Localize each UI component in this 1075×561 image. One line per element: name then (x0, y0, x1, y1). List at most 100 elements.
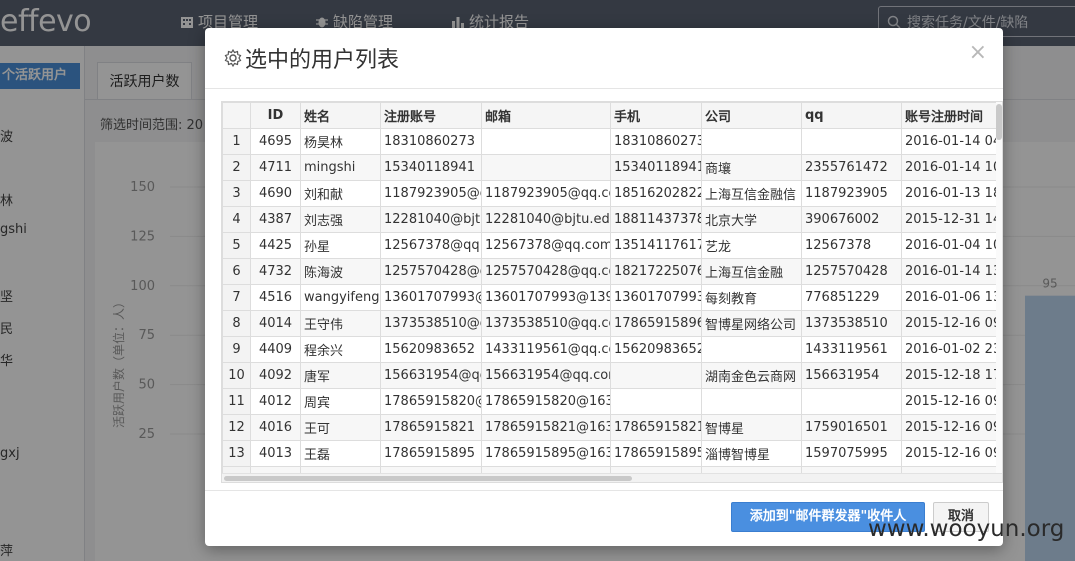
table-cell: 4409 (250, 336, 301, 363)
table-cell: 2016-01-02 23:3 (901, 336, 1002, 363)
row-index: 2 (222, 154, 251, 181)
table-cell: 北京大学 (701, 206, 802, 233)
table-row[interactable]: 134013王磊1786591589517865915895@163.co178… (222, 440, 1002, 467)
table-cell: 15620983652 (610, 336, 702, 363)
table-cell: 2016-01-14 13:1 (901, 258, 1002, 285)
table-cell: 12281040@bjtu.edu.c (481, 206, 611, 233)
table-cell: 1187923905@qq.com (481, 180, 611, 207)
horizontal-scroll-thumb[interactable] (224, 476, 632, 481)
table-cell: 15340118941 (610, 154, 702, 181)
table-cell: 2016-01-14 04:2 (901, 128, 1002, 155)
table-cell: 2015-12-16 09:5 (901, 310, 1002, 337)
table-cell: 13601707993@139.co (481, 284, 611, 311)
user-table-container[interactable]: ID 姓名 注册账号 邮箱 手机 公司 qq 账号注册时间 1 4695 杨昊林 183108602… (221, 101, 1003, 483)
table-cell: 1373538510@qq (380, 310, 482, 337)
table-row[interactable]: 44387刘志强12281040@bjtu.12281040@bjtu.edu.… (222, 206, 1002, 233)
column-header[interactable]: 注册账号 (380, 102, 482, 129)
table-cell: 孙星 (300, 232, 381, 259)
table-cell: 湖南金色云商网 (701, 362, 802, 389)
table-row[interactable]: 124016王可1786591582117865915821@163.co178… (222, 414, 1002, 441)
table-row[interactable]: 94409程余兴156209836521433119561@qq.com1562… (222, 336, 1002, 363)
vertical-scrollbar[interactable] (996, 102, 1002, 482)
close-icon[interactable]: × (969, 40, 987, 65)
table-cell: 17865915895 (380, 440, 482, 467)
table-cell: 4690 (250, 180, 301, 207)
column-header[interactable]: qq (801, 102, 902, 129)
table-cell: mingshi (300, 154, 381, 181)
row-index: 1 (222, 128, 251, 155)
table-cell: 13514117617 (610, 232, 702, 259)
table-cell: 淄博智博星 (701, 440, 802, 467)
column-header[interactable]: 手机 (610, 102, 702, 129)
table-cell: 唐军 (300, 362, 381, 389)
table-cell: 4516 (250, 284, 301, 311)
table-cell: 王磊 (300, 440, 381, 467)
watermark: www.wooyun.org (868, 516, 1065, 542)
table-cell: 2015-12-16 09:5 (901, 388, 1002, 415)
table-cell: 17865915895 (610, 440, 702, 467)
table-row[interactable]: 64732陈海波1257570428@qq1257570428@qq.com18… (222, 258, 1002, 285)
column-header[interactable]: ID (250, 102, 301, 129)
vertical-scroll-thumb[interactable] (996, 104, 1002, 140)
table-cell: 2015-12-31 14:5 (901, 206, 1002, 233)
table-cell: 18811437378 (610, 206, 702, 233)
table-cell: 陈海波 (300, 258, 381, 285)
table-cell: 杨昊林 (300, 128, 381, 155)
row-index: 13 (222, 440, 251, 467)
table-cell: 17865915821@163.co (481, 414, 611, 441)
table-cell (701, 128, 802, 155)
table-cell (801, 388, 902, 415)
table-row[interactable]: 2 4711 mingshi 15340118941 15340118941 商壤 2355… (222, 154, 1002, 181)
table-cell (701, 388, 802, 415)
table-row[interactable]: 84014王守伟1373538510@qq1373538510@qq.com17… (222, 310, 1002, 337)
table-cell: 12281040@bjtu. (380, 206, 482, 233)
table-cell: 17865915821 (380, 414, 482, 441)
table-cell: 1433119561 (801, 336, 902, 363)
table-cell (481, 128, 611, 155)
table-cell: 2015-12-16 09:5 (901, 440, 1002, 467)
table-row[interactable]: 114012周宾17865915820@117865915820@163.co 2… (222, 388, 1002, 415)
table-row[interactable]: 34690刘和献1187923905@qq1187923905@qq.com18… (222, 180, 1002, 207)
column-header[interactable]: 公司 (701, 102, 802, 129)
table-cell (801, 128, 902, 155)
horizontal-scrollbar[interactable] (222, 473, 1002, 482)
table-cell: 4732 (250, 258, 301, 285)
table-cell: 17865915821 (610, 414, 702, 441)
table-cell: 程余兴 (300, 336, 381, 363)
table-cell: 18310860273 (380, 128, 482, 155)
table-row[interactable]: 74516wangyifeng13601707993@113601707993@… (222, 284, 1002, 311)
table-cell: 13601707993 (610, 284, 702, 311)
table-row[interactable]: 5 4425 孙星 12567378@qq.c 12567378@qq.com 13514… (222, 232, 1002, 259)
table-cell: 1187923905@qq (380, 180, 482, 207)
table-row[interactable]: 1 4695 杨昊林 18310860273 18310860273 2016-01-14… (222, 128, 1002, 155)
table-cell: 17865915896 (610, 310, 702, 337)
table-body: 1 4695 杨昊林 18310860273 18310860273 2016-01-14… (222, 128, 1002, 482)
table-cell: 1187923905 (801, 180, 902, 207)
table-cell: 智博星 (701, 414, 802, 441)
table-cell: 390676002 (801, 206, 902, 233)
table-cell: 12567378@qq.c (380, 232, 482, 259)
table-cell: 18516202822 (610, 180, 702, 207)
column-header[interactable]: 账号注册时间 (901, 102, 1002, 129)
modal-footer-divider (205, 490, 1003, 491)
table-cell: 4016 (250, 414, 301, 441)
table-cell: 2016-01-06 13:5 (901, 284, 1002, 311)
table-row[interactable]: 10 4092 唐军 156631954@qq. 156631954@qq.com 湖南金… (222, 362, 1002, 389)
table-cell: 4092 (250, 362, 301, 389)
column-header[interactable]: 邮箱 (481, 102, 611, 129)
table-cell: 1433119561@qq.com (481, 336, 611, 363)
table-cell: 17865915895@163.co (481, 440, 611, 467)
table-cell: 上海互信金融信 (701, 180, 802, 207)
table-cell: 4711 (250, 154, 301, 181)
table-cell: 2015-12-16 09:5 (901, 414, 1002, 441)
table-cell (701, 336, 802, 363)
table-cell: 王可 (300, 414, 381, 441)
table-cell: 智博星网络公司 (701, 310, 802, 337)
row-index: 9 (222, 336, 251, 363)
table-cell: 1257570428@qq.com (481, 258, 611, 285)
row-index: 5 (222, 232, 251, 259)
modal-title-text: 选中的用户列表 (245, 48, 400, 73)
column-header[interactable]: 姓名 (300, 102, 381, 129)
column-header[interactable] (222, 102, 251, 129)
row-index: 3 (222, 180, 251, 207)
